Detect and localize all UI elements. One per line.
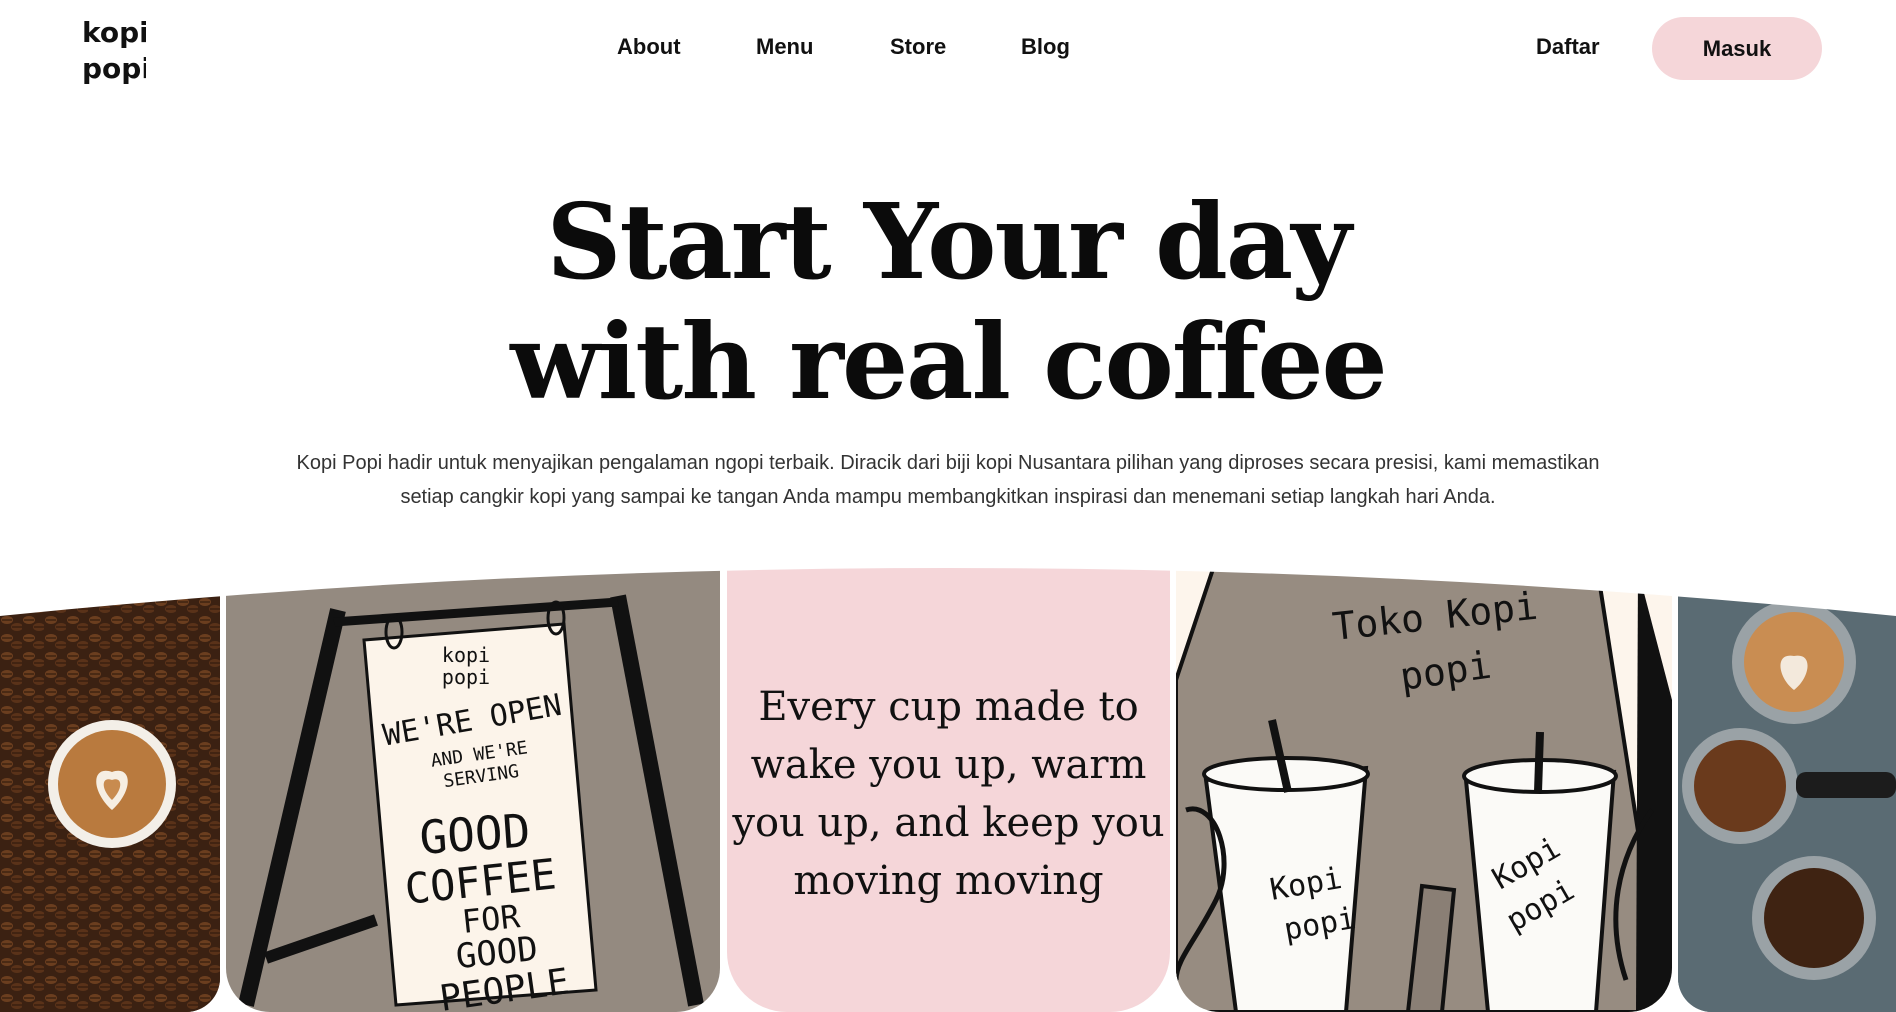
nav-link-blog[interactable]: Blog: [1021, 34, 1070, 60]
hero-title-line2: with real coffee: [510, 300, 1387, 423]
hero-description: Kopi Popi hadir untuk menyajikan pengala…: [296, 452, 1600, 508]
nav-link-menu[interactable]: Menu: [756, 34, 813, 60]
coffee-cups-illustration: Toko Kopi popi Kopi popi Kopi popi: [1176, 560, 1672, 1012]
quote-text: Every cup made to wake you up, warm you …: [732, 684, 1165, 904]
main-nav: About Menu Store Blog: [0, 34, 1896, 64]
hero-title-line1: Start Your day: [546, 180, 1351, 303]
sign-text-popi: popi: [442, 665, 490, 689]
quote-card: Every cup made to wake you up, warm you …: [727, 560, 1170, 1012]
image-gallery: kopi popi WE'RE OPEN AND WE'RE SERVING G…: [0, 560, 1896, 1012]
espresso-photo-illustration: [1678, 560, 1896, 1012]
sign-drawing: kopi popi WE'RE OPEN AND WE'RE SERVING G…: [238, 594, 704, 1012]
espresso-portafilters-image: [1678, 560, 1896, 1012]
hero-title: Start Your day with real coffee: [0, 182, 1896, 422]
open-sign-illustration: kopi popi WE'RE OPEN AND WE'RE SERVING G…: [226, 560, 720, 1012]
login-button[interactable]: Masuk: [1652, 17, 1822, 80]
nav-link-about[interactable]: About: [617, 34, 681, 60]
register-link[interactable]: Daftar: [1536, 34, 1600, 60]
beans-illustration: [0, 560, 220, 1012]
sign-text-kopi: kopi: [442, 643, 490, 667]
nav-link-store[interactable]: Store: [890, 34, 946, 60]
latte-on-beans-image: [0, 560, 220, 1012]
cups-drawing: Toko Kopi popi Kopi popi Kopi popi: [1176, 560, 1672, 1012]
